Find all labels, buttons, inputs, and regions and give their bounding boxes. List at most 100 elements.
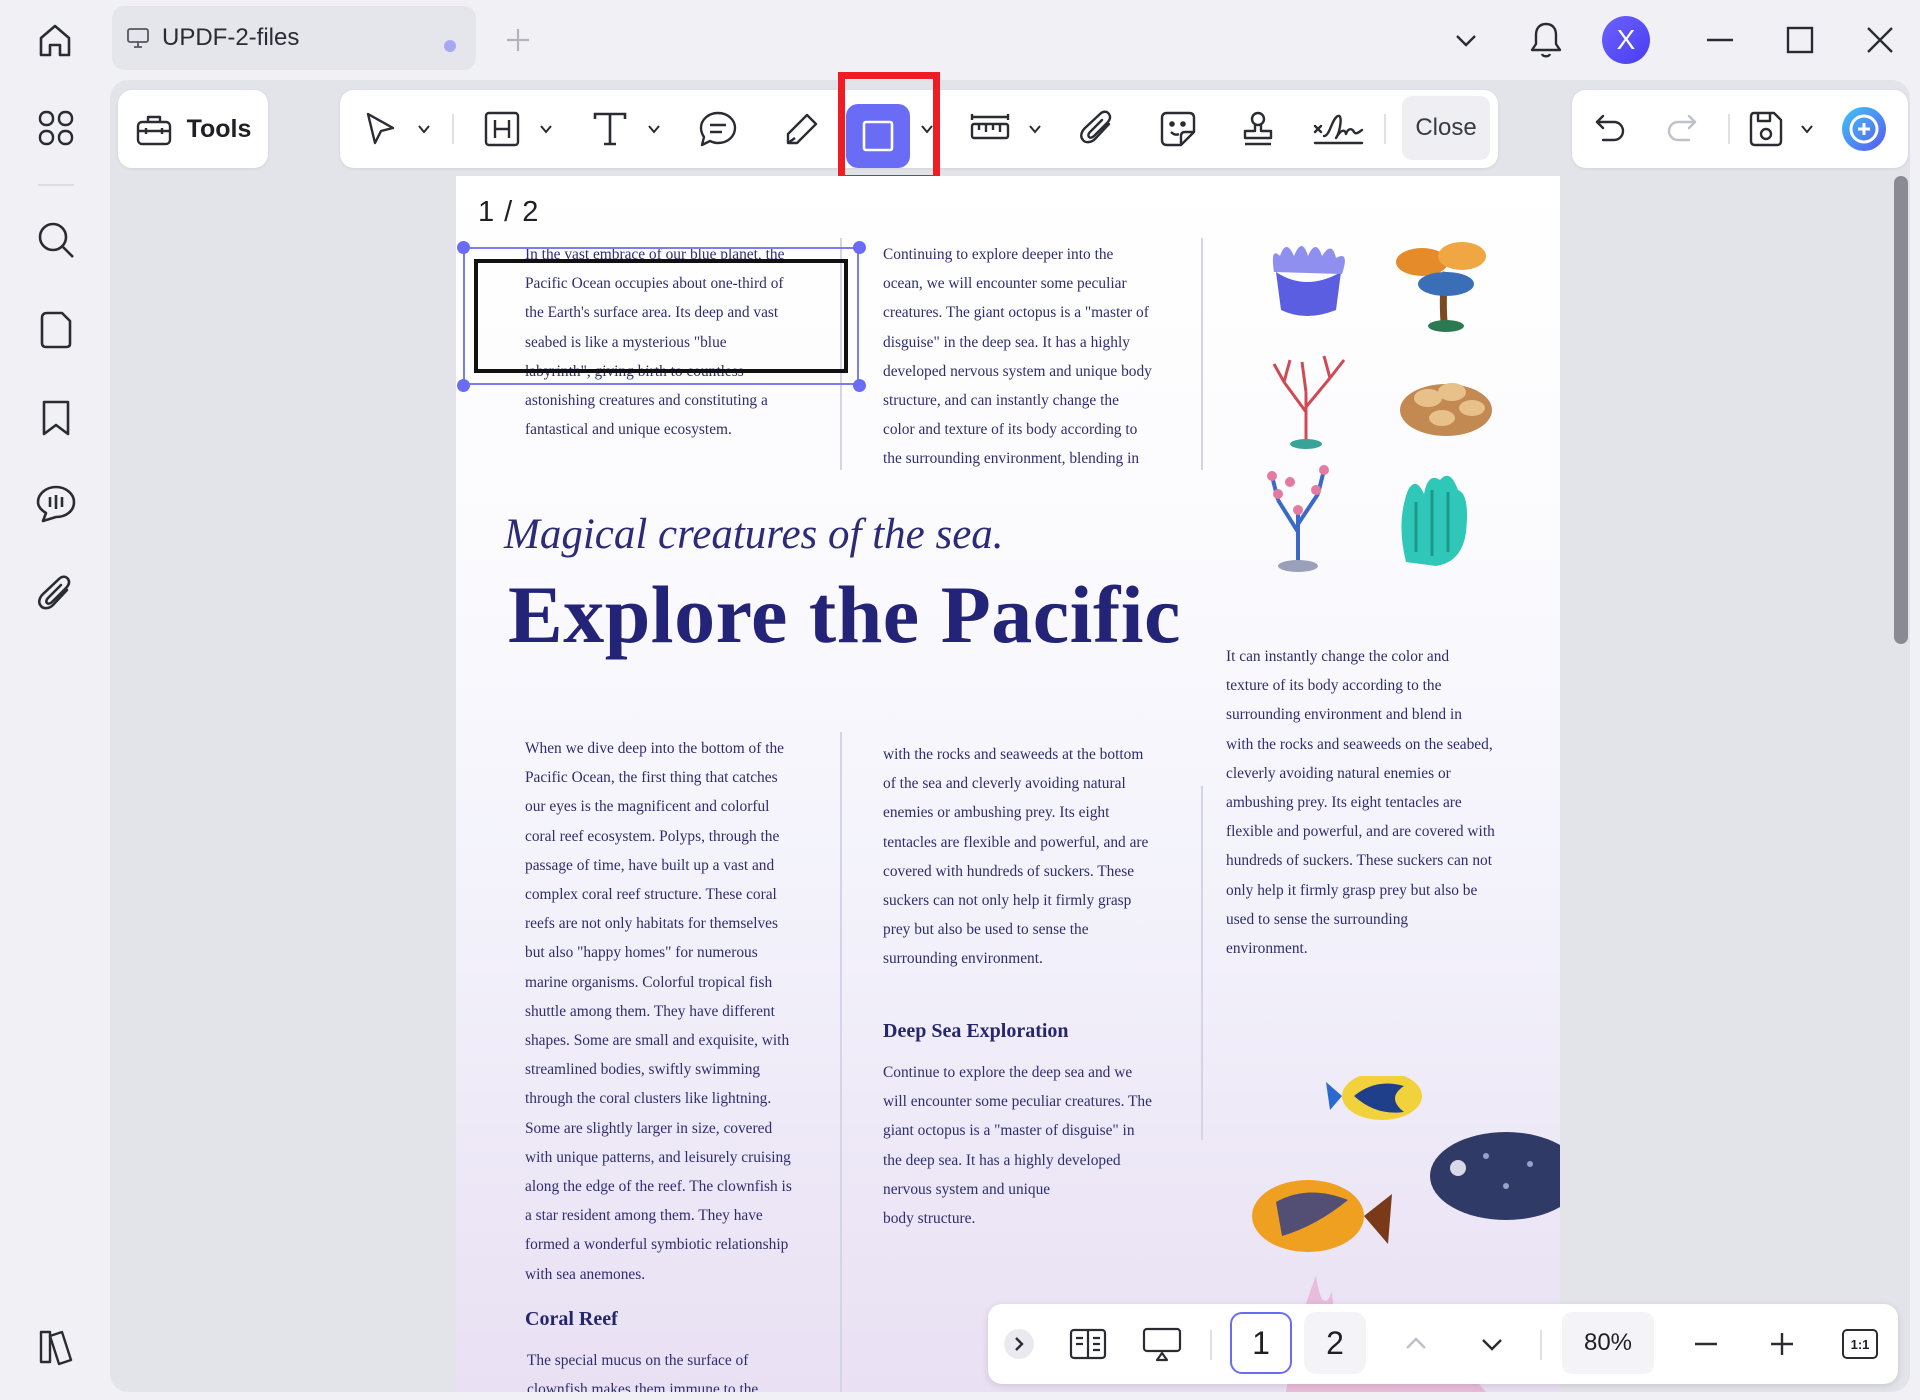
bookmark-icon — [42, 400, 70, 436]
signature-icon — [1313, 114, 1364, 145]
zoom-out-button[interactable] — [1686, 1320, 1726, 1368]
blue-tang-fish-icon — [1326, 1076, 1422, 1120]
column-divider — [840, 732, 842, 1392]
speech-bubble-icon — [699, 111, 737, 147]
text-line: shuttle among them. They have different — [525, 1002, 775, 1020]
bar-divider — [1540, 1330, 1542, 1360]
zoom-level[interactable]: 80% — [1562, 1312, 1654, 1374]
home-button[interactable] — [30, 16, 80, 66]
text-line: covered with hundreds of suckers. These — [883, 862, 1135, 880]
ai-library-button[interactable] — [30, 1320, 82, 1372]
page-indicator: 1 / 2 — [478, 196, 540, 228]
resize-handle[interactable] — [457, 379, 470, 392]
brain-coral-icon — [1400, 383, 1492, 436]
maximize-button[interactable] — [1776, 16, 1824, 64]
text-line: environment. — [1226, 940, 1308, 958]
text-line: of the sea and cleverly avoiding natural — [883, 775, 1126, 793]
rectangle-annotation[interactable] — [474, 259, 848, 373]
text-line: developed nervous system and unique body — [883, 362, 1152, 380]
text-line: with unique patterns, and leisurely crui… — [525, 1148, 791, 1166]
ai-assistant-button[interactable] — [1840, 105, 1888, 153]
next-page-button[interactable] — [1472, 1320, 1512, 1368]
home-icon — [39, 24, 71, 57]
text-line: ocean, we will encounter some peculiar — [883, 275, 1127, 293]
chevron-down-icon — [1456, 35, 1476, 47]
resize-handle[interactable] — [853, 379, 866, 392]
select-tool-dropdown[interactable] — [415, 120, 433, 138]
notifications-button[interactable] — [1522, 16, 1570, 64]
bookmarks-button[interactable] — [30, 392, 82, 444]
text-line: along the edge of the reef. The clownfis… — [525, 1178, 792, 1196]
measure-tool-dropdown[interactable] — [1026, 120, 1044, 138]
save-button[interactable] — [1742, 105, 1790, 153]
text-line: fantastical and unique ecosystem. — [525, 421, 732, 439]
text-line: Continuing to explore deeper into the — [883, 246, 1114, 263]
text-line: suckers can not only help it firmly gras… — [883, 892, 1132, 910]
two-page-icon — [1069, 1328, 1107, 1360]
text-line: disguise" in the deep sea. It has a high… — [883, 333, 1130, 351]
apps-button[interactable] — [30, 102, 82, 154]
measure-tool[interactable] — [966, 105, 1014, 153]
text-tool-dropdown[interactable] — [645, 120, 663, 138]
text-line: The special mucus on the surface of — [527, 1352, 749, 1369]
stamp-tool[interactable] — [1234, 105, 1282, 153]
comment-tool[interactable] — [694, 105, 742, 153]
redo-icon — [1667, 114, 1697, 142]
pufferfish-icon — [1430, 1132, 1560, 1220]
text-line: but also "happy homes" for numerous — [525, 944, 758, 962]
text-tool[interactable] — [586, 105, 634, 153]
user-avatar[interactable]: X — [1602, 16, 1650, 64]
text-line: creatures. The giant octopus is a "maste… — [883, 304, 1149, 322]
tools-button[interactable]: Tools — [118, 90, 268, 168]
resize-handle[interactable] — [457, 241, 470, 254]
comment-icon — [36, 485, 76, 523]
pages-button[interactable] — [30, 304, 82, 356]
document-tab[interactable]: UPDF-2-files — [112, 6, 476, 70]
text-line: with sea anemones. — [525, 1265, 646, 1283]
zoom-in-button[interactable] — [1762, 1320, 1802, 1368]
toolbar-divider — [1384, 114, 1386, 144]
reading-mode-button[interactable] — [1064, 1320, 1112, 1368]
text-line: with the rocks and seaweeds on the seabe… — [1226, 735, 1493, 753]
undo-button[interactable] — [1586, 105, 1634, 153]
column-2-top: Continuing to explore deeper into the oce… — [883, 240, 1183, 474]
highlight-tool-dropdown[interactable] — [537, 120, 555, 138]
close-toolbar-button[interactable]: Close — [1402, 96, 1490, 160]
text-line: structure, and can instantly change the — [883, 392, 1119, 410]
text-line: our eyes is the magnificent and colorful — [525, 798, 770, 816]
resize-handle[interactable] — [853, 241, 866, 254]
collapse-bar-button[interactable] — [1000, 1320, 1038, 1368]
select-tool[interactable] — [356, 105, 404, 153]
vertical-scrollbar[interactable] — [1894, 176, 1908, 644]
save-dropdown[interactable] — [1798, 120, 1816, 138]
sticker-tool[interactable] — [1154, 105, 1202, 153]
attachments-button[interactable] — [30, 568, 82, 620]
text-line: astonishing creatures and constituting a — [525, 392, 768, 410]
title-bar: UPDF-2-files X — [0, 0, 1920, 80]
minimize-button[interactable] — [1696, 16, 1744, 64]
minimize-icon — [1707, 38, 1733, 42]
comments-button[interactable] — [30, 478, 82, 530]
tabs-dropdown-button[interactable] — [1442, 16, 1490, 64]
redo-button[interactable] — [1658, 105, 1706, 153]
book-icon — [39, 1330, 73, 1366]
close-window-button[interactable] — [1856, 16, 1904, 64]
search-button[interactable] — [30, 214, 82, 266]
presentation-button[interactable] — [1138, 1320, 1186, 1368]
highlight-tool[interactable] — [478, 105, 526, 153]
page-2-button[interactable]: 2 — [1304, 1312, 1366, 1374]
pencil-tool[interactable] — [778, 105, 826, 153]
text-line: texture of its body according to the — [1226, 677, 1442, 695]
pdf-page[interactable]: 1 / 2 In the vast embrace of our blue pl… — [456, 176, 1560, 1392]
page-1-button[interactable]: 1 — [1230, 1312, 1292, 1374]
new-tab-button[interactable] — [498, 20, 538, 60]
plus-icon — [1771, 1333, 1793, 1355]
text-line: It can instantly change the color and — [1226, 648, 1450, 665]
tools-label: Tools — [186, 114, 252, 143]
chevron-down-icon — [1029, 125, 1041, 134]
previous-page-button[interactable] — [1396, 1320, 1436, 1368]
attach-tool[interactable] — [1074, 105, 1122, 153]
signature-tool[interactable] — [1310, 105, 1368, 153]
actual-size-button[interactable]: 1:1 — [1840, 1320, 1880, 1368]
text-line: clownfish makes them immune to the — [527, 1381, 759, 1392]
